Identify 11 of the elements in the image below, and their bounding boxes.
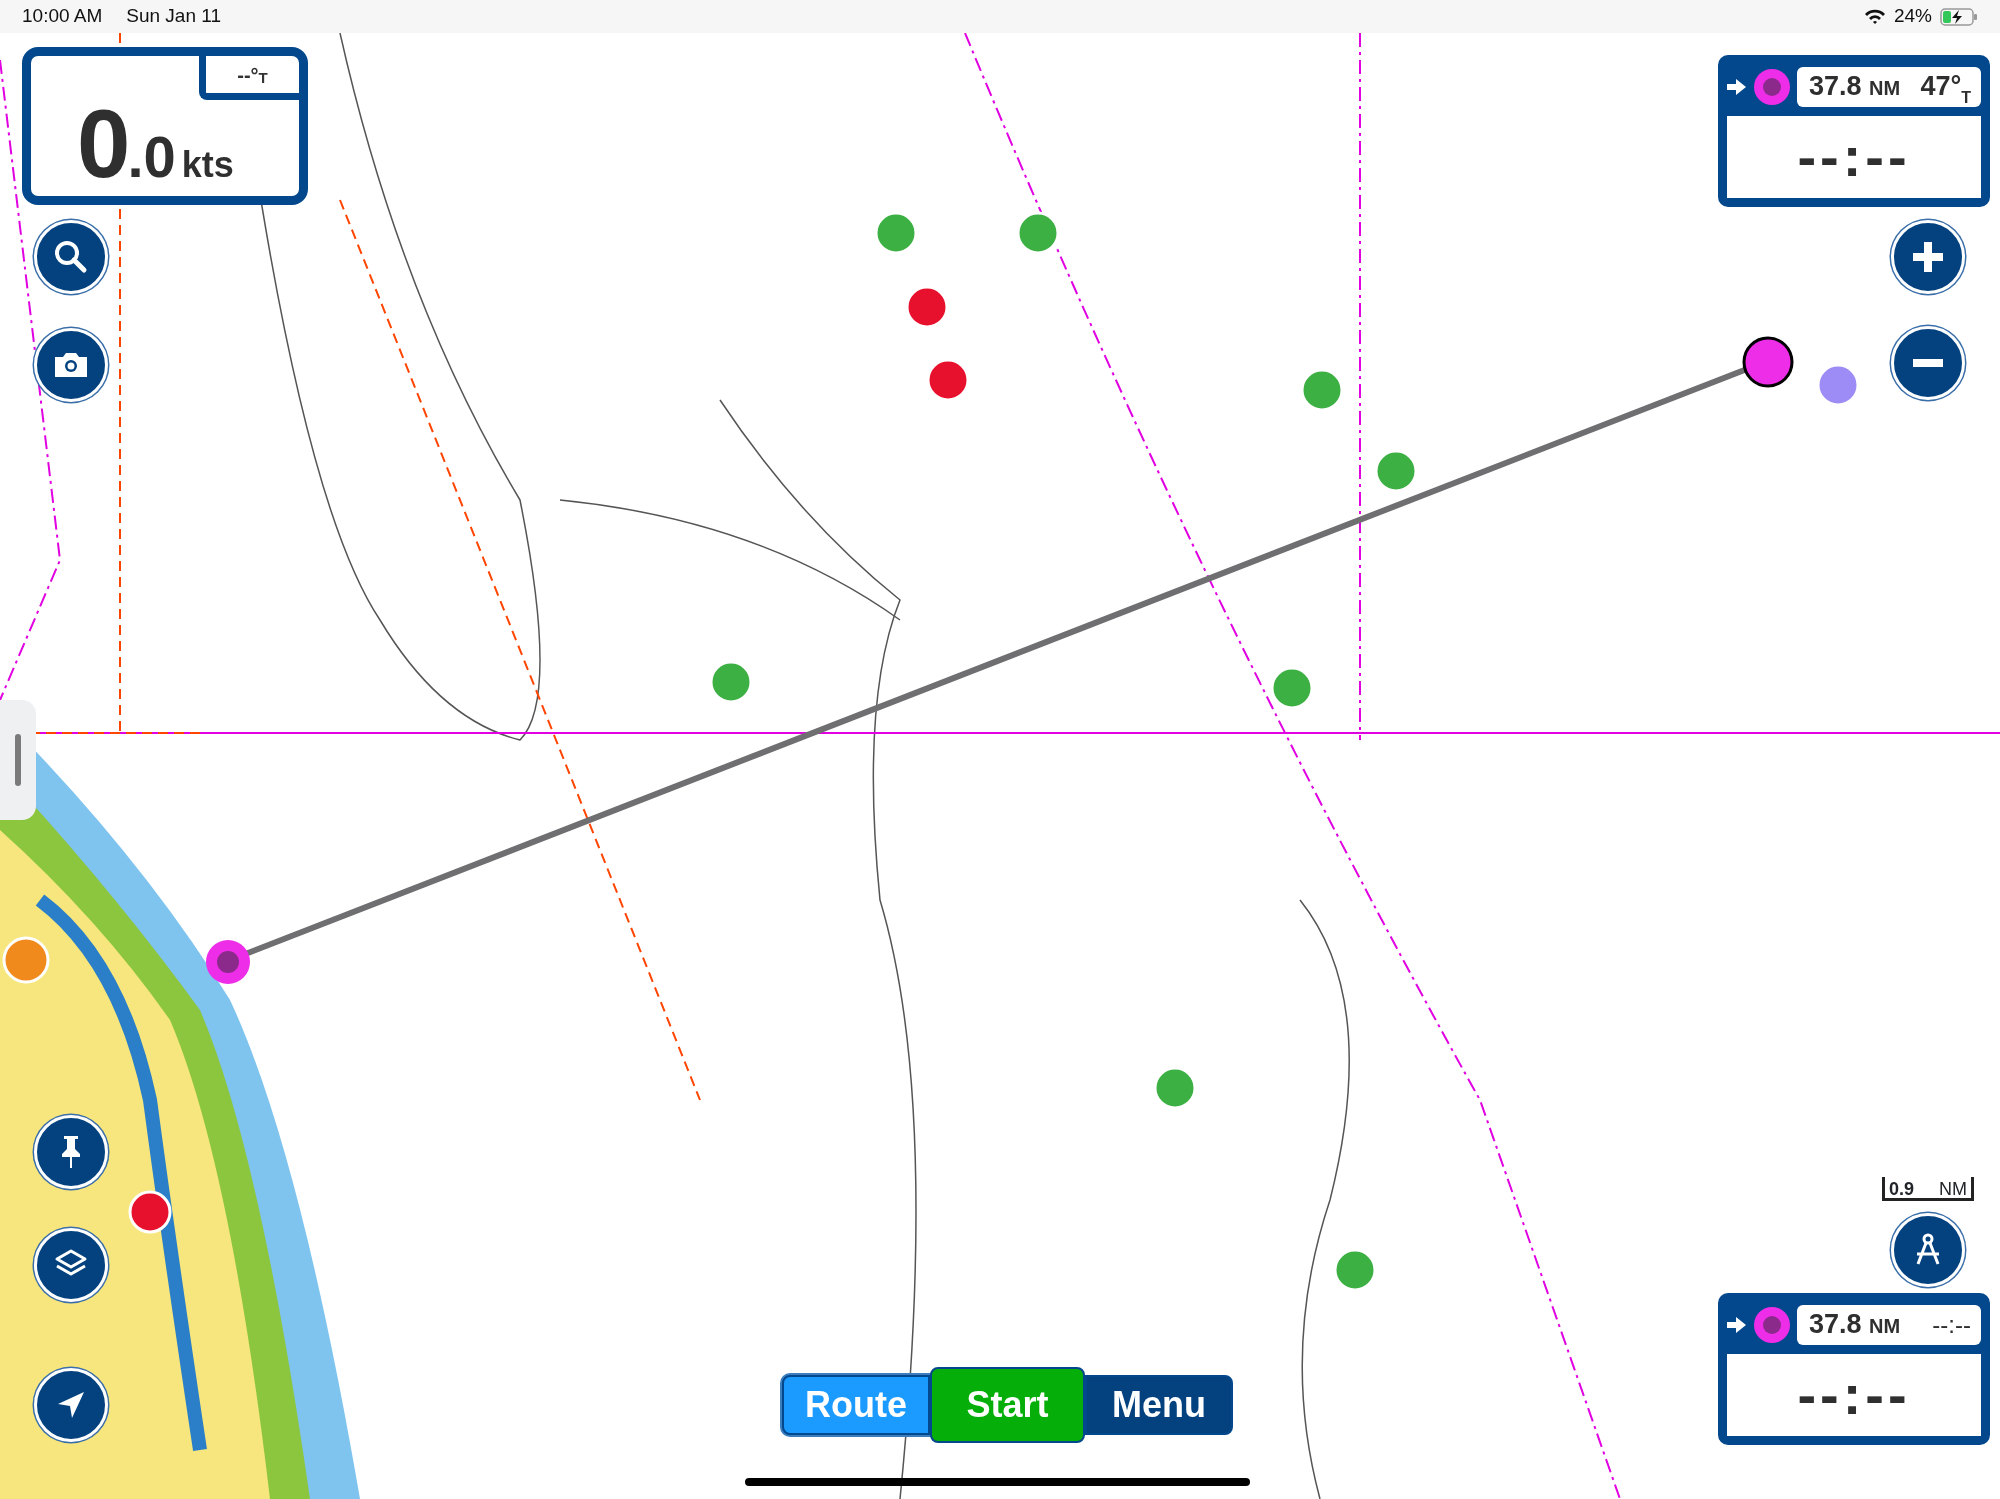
scale-value: 0.9	[1889, 1180, 1915, 1198]
status-date: Sun Jan 11	[126, 4, 221, 29]
status-time: 10:00 AM	[22, 4, 103, 29]
scale-unit: NM	[1939, 1180, 1967, 1198]
battery-percent: 24%	[1893, 4, 1932, 29]
distance-readout: 37.8 NM	[1809, 73, 1901, 100]
big-readout: --:--	[1797, 1362, 1911, 1428]
time-readout: --:--	[1932, 1312, 1971, 1337]
distance-readout: 37.8 NM	[1809, 1311, 1901, 1338]
heading-readout: --°$_{T}$	[199, 56, 299, 100]
big-readout: --:--	[1797, 124, 1911, 190]
